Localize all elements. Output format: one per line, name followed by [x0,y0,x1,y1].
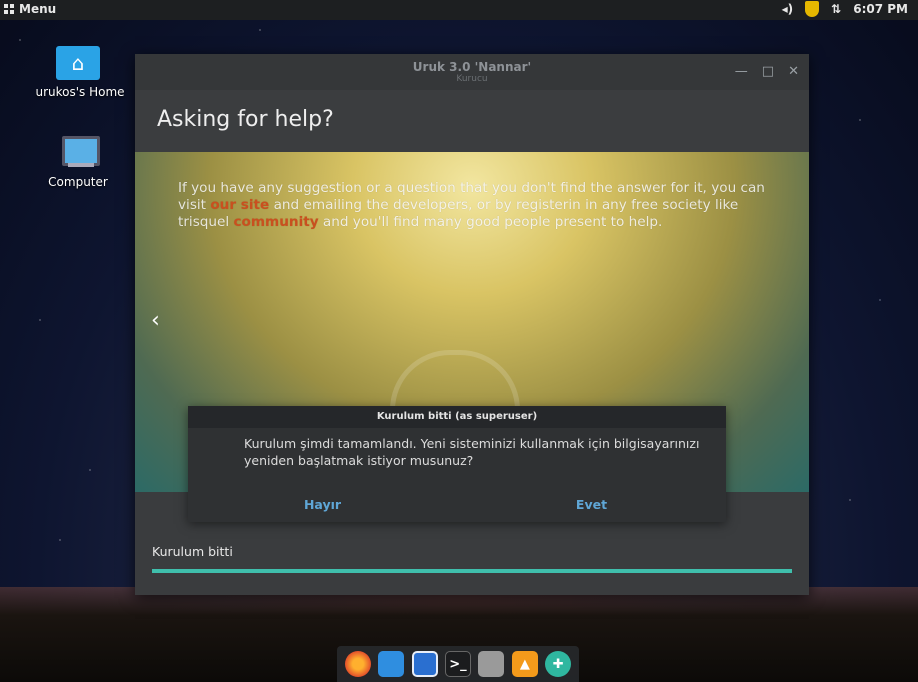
minimize-icon[interactable]: — [735,64,748,79]
slideshow-panel: If you have any suggestion or a question… [135,152,809,522]
close-icon[interactable]: ✕ [788,64,799,79]
window-title: Uruk 3.0 'Nannar' [412,60,532,74]
clock[interactable]: 6:07 PM [853,2,908,16]
install-status-label: Kurulum bitti [152,544,233,559]
window-titlebar[interactable]: Uruk 3.0 'Nannar' Kurucu — □ ✕ [135,54,809,90]
folder-icon[interactable] [378,651,405,677]
window-subtitle: Kurucu [456,74,488,84]
install-progress-bar [152,569,792,573]
slide-text: If you have any suggestion or a question… [178,180,778,231]
globe-icon[interactable]: ✚ [545,651,572,677]
dialog-message: Kurulum şimdi tamamlandı. Yeni sistemini… [244,436,700,468]
page-title: Asking for help? [157,107,334,132]
system-tray: ◂) ⇅ 6:07 PM [782,1,908,17]
top-panel: Menu ◂) ⇅ 6:07 PM [0,0,918,20]
our-site-link[interactable]: our site [210,197,269,213]
community-link[interactable]: community [233,214,318,230]
computer-stand [68,163,94,167]
mail-icon[interactable] [411,651,438,677]
terminal-icon[interactable]: >_ [444,651,471,677]
page-header: Asking for help? [135,90,809,152]
computer-icon-label[interactable]: Computer [38,175,118,189]
slide-text-part3: and you'll find many good people present… [318,214,663,230]
home-folder-icon[interactable]: ⌂ [56,46,100,80]
taskbar-dock: >_ ▲ ✚ [337,646,579,682]
no-button[interactable]: Hayır [188,493,457,516]
vlc-icon[interactable]: ▲ [511,651,538,677]
previous-slide-chevron-icon[interactable]: ‹ [151,308,160,333]
firefox-icon[interactable] [344,651,371,677]
speaker-icon[interactable]: ◂) [782,2,794,16]
progress-fill [152,569,792,573]
network-arrows-icon[interactable]: ⇅ [831,2,841,16]
finish-dialog: Kurulum bitti (as superuser) Kurulum şim… [188,406,726,522]
yes-button[interactable]: Evet [457,493,726,516]
menu-button[interactable]: Menu [4,2,56,16]
maximize-icon[interactable]: □ [762,64,774,79]
menu-grid-icon [4,4,14,14]
dialog-title: Kurulum bitti (as superuser) [188,406,726,428]
document-icon[interactable] [478,651,505,677]
shield-icon[interactable] [805,1,820,17]
installer-window: Uruk 3.0 'Nannar' Kurucu — □ ✕ Asking fo… [135,54,809,595]
menu-label: Menu [19,2,57,16]
computer-icon[interactable] [62,136,100,166]
home-icon-label[interactable]: urukos's Home [30,85,130,99]
